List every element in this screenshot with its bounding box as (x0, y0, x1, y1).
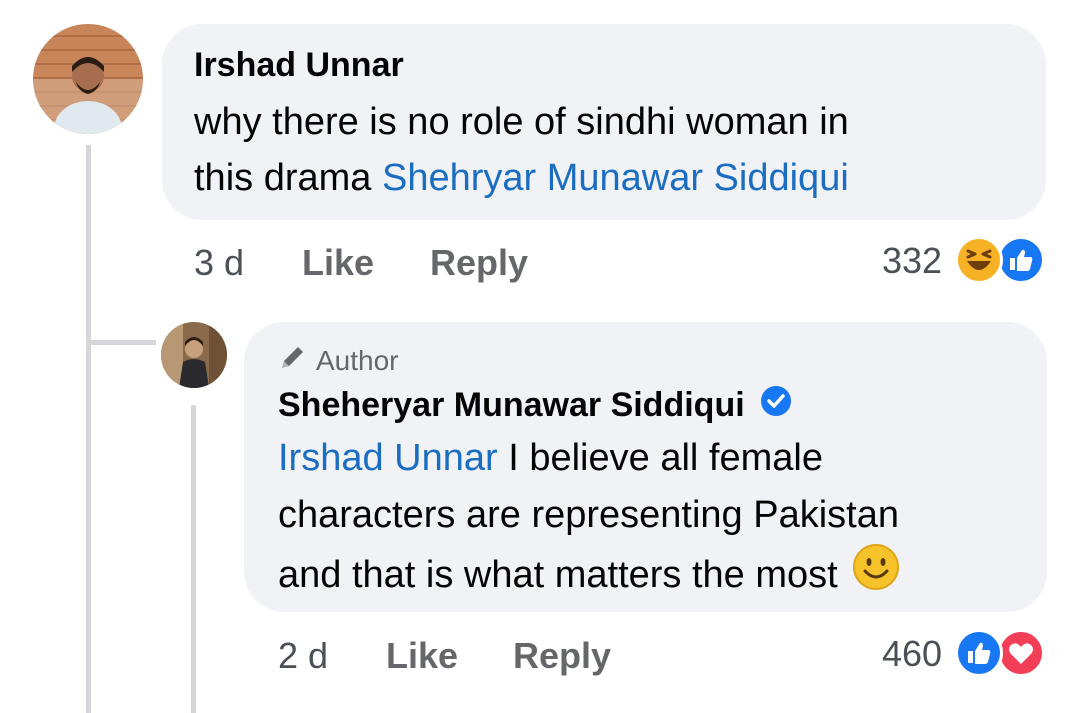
comment-author-name[interactable]: Irshad Unnar (194, 46, 404, 85)
reply-button[interactable]: Reply (430, 242, 528, 284)
verified-badge-icon (759, 384, 793, 427)
author-name-text[interactable]: Sheheryar Munawar Siddiqui (278, 386, 745, 425)
thread-line-branch (86, 340, 156, 345)
like-button[interactable]: Like (386, 635, 458, 677)
avatar[interactable] (161, 322, 227, 388)
comment-timestamp[interactable]: 2 d (278, 635, 328, 677)
author-badge-label: Author (316, 344, 399, 376)
avatar[interactable] (33, 24, 143, 134)
like-icon (955, 629, 1003, 677)
reaction-count[interactable]: 460 (882, 633, 942, 675)
haha-icon (955, 236, 1003, 284)
comment-text: I believe all female (497, 437, 823, 479)
thread-line-reply (191, 405, 196, 713)
reply-button[interactable]: Reply (513, 635, 611, 677)
like-button[interactable]: Like (302, 242, 374, 284)
thread-line-main (86, 145, 91, 713)
reaction-count[interactable]: 332 (882, 240, 942, 282)
comment-text: and that is what matters the most (278, 554, 838, 596)
comment-text: this drama (194, 157, 382, 199)
comment-timestamp[interactable]: 3 d (194, 242, 244, 284)
comment-text-line: and that is what matters the most (278, 543, 900, 607)
pencil-icon (278, 342, 308, 379)
comment-text-line: this drama Shehryar Munawar Siddiqui (194, 150, 849, 206)
author-badge: Author (278, 342, 399, 379)
love-icon (997, 629, 1045, 677)
comment-text-line: characters are representing Pakistan (278, 494, 899, 536)
comment-text-line: why there is no role of sindhi woman in (194, 101, 849, 143)
mention-link[interactable]: Irshad Unnar (278, 437, 498, 479)
comment-text-line: Irshad Unnar I believe all female (278, 430, 823, 486)
like-icon (997, 236, 1045, 284)
smile-emoji-icon (852, 543, 900, 607)
mention-link[interactable]: Shehryar Munawar Siddiqui (382, 157, 849, 199)
comment-author-name[interactable]: Sheheryar Munawar Siddiqui (278, 384, 793, 427)
